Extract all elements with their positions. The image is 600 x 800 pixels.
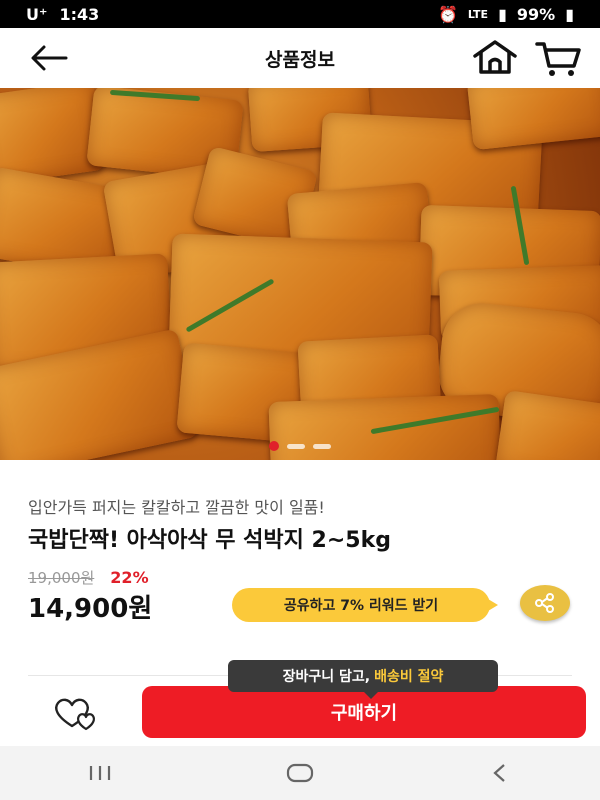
discount-rate: 22% <box>110 568 149 587</box>
wishlist-button[interactable] <box>50 696 104 732</box>
status-bar: U⁺ 1:43 ⏰ LTE ▮ 99% ▮ <box>0 0 600 28</box>
shipping-tooltip: 장바구니 담고, 배송비 절약 <box>228 660 498 699</box>
recent-apps-button[interactable] <box>70 753 130 793</box>
top-header: 상품정보 <box>0 28 600 88</box>
cart-icon <box>535 42 581 76</box>
back-nav-button[interactable] <box>470 753 530 793</box>
home-button[interactable] <box>470 38 520 78</box>
product-name: 국밥단짝! 아삭아삭 무 석박지 2~5kg <box>28 528 391 553</box>
cart-button[interactable] <box>534 38 584 78</box>
time-label: 1:43 <box>59 4 100 24</box>
original-price: 19,000원 <box>28 569 95 587</box>
battery-icon: ▮ <box>565 4 574 24</box>
back-arrow-icon <box>31 45 68 71</box>
signal-icon: ▮ <box>498 4 507 24</box>
carousel-dot[interactable] <box>287 443 305 449</box>
system-nav-bar <box>0 746 600 800</box>
product-subtitle: 입안가득 퍼지는 칼칼하고 깔끔한 맛이 일품! <box>28 498 325 517</box>
alarm-icon: ⏰ <box>437 4 458 24</box>
share-reward-badge[interactable]: 공유하고 7% 리워드 받기 <box>232 588 498 622</box>
tooltip-text: 장바구니 담고, <box>282 669 371 685</box>
carousel-indicator[interactable] <box>0 440 600 452</box>
home-nav-button[interactable] <box>270 753 330 793</box>
share-icon <box>535 593 554 613</box>
home-icon <box>473 40 517 74</box>
tooltip-highlight: 배송비 절약 <box>374 669 444 685</box>
heart-icon <box>55 698 95 731</box>
back-nav-icon <box>493 764 505 782</box>
carousel-dot[interactable] <box>313 443 331 449</box>
network-label: LTE <box>467 7 489 21</box>
back-button[interactable] <box>28 42 70 74</box>
share-button[interactable] <box>520 585 570 621</box>
sale-price: 14,900원 <box>28 594 153 624</box>
carrier-label: U⁺ <box>26 4 48 24</box>
price-original-row: 19,000원 22% <box>28 567 149 588</box>
recent-apps-icon <box>89 766 111 780</box>
carousel-dot-active[interactable] <box>269 441 279 451</box>
battery-label: 99% <box>516 4 556 24</box>
product-image[interactable] <box>0 88 600 460</box>
home-nav-icon <box>286 763 314 783</box>
page-title: 상품정보 <box>265 48 335 71</box>
